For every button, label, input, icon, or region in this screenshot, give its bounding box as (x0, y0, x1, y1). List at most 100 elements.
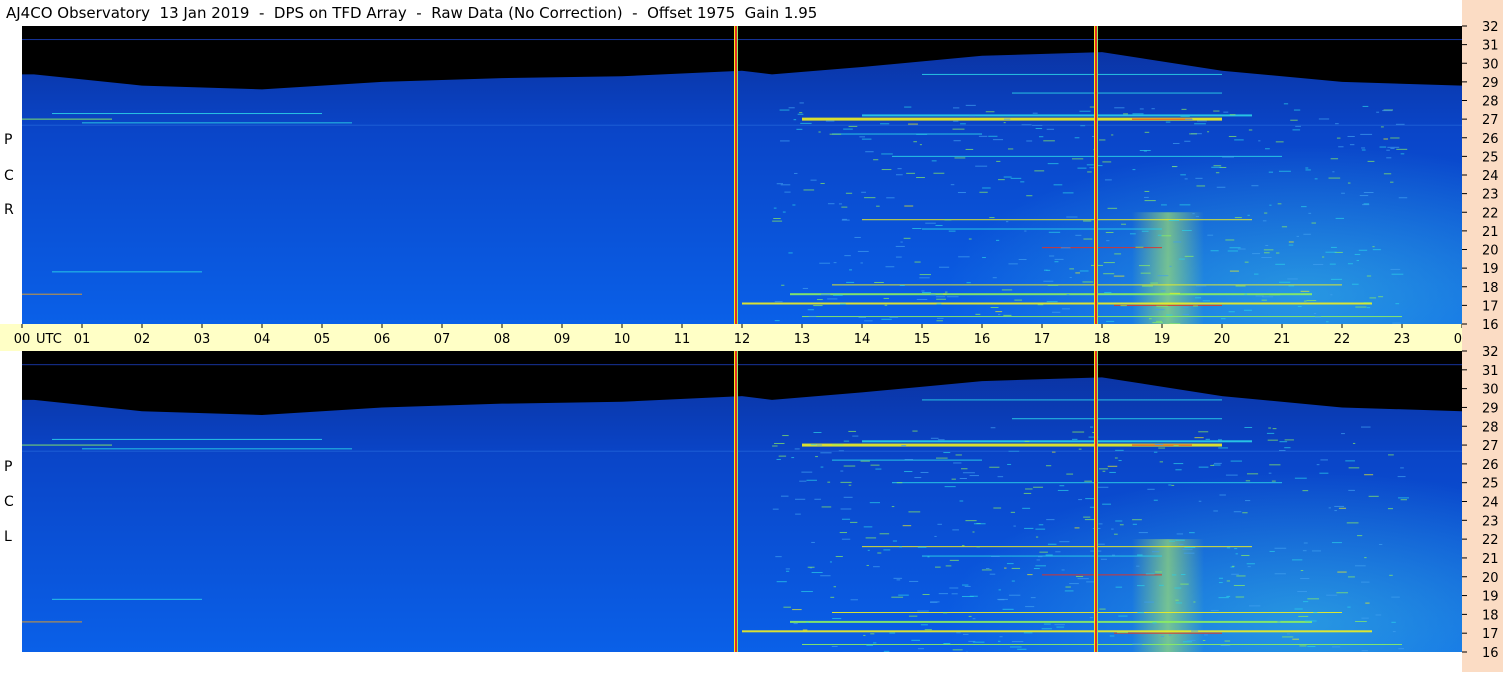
time-tick-label: 22 (1334, 332, 1351, 347)
spectral-speckle (1303, 234, 1310, 235)
spectral-speckle (867, 565, 869, 566)
spectral-speckle (1052, 452, 1056, 453)
spectral-speckle (1031, 597, 1036, 598)
spectral-speckle (1203, 640, 1206, 641)
spectral-speckle (1062, 308, 1070, 309)
spectral-speckle (1263, 220, 1267, 221)
spectral-line (742, 303, 1372, 305)
spectral-speckle (1078, 578, 1089, 579)
spectral-speckle (1180, 116, 1189, 117)
spectral-speckle (935, 567, 941, 568)
spectral-speckle (1142, 231, 1149, 232)
spectral-speckle (962, 545, 964, 546)
spectral-speckle (1304, 301, 1307, 302)
spectral-speckle (1085, 498, 1094, 499)
spectral-speckle (908, 124, 918, 125)
time-tick-label: 16 (974, 332, 991, 347)
time-tick-label: 03 (194, 332, 211, 347)
spectral-speckle (1221, 318, 1226, 319)
spectral-speckle (1169, 220, 1179, 221)
spectral-speckle (944, 219, 951, 220)
spectral-speckle (1169, 541, 1175, 542)
spectral-speckle (1308, 213, 1311, 214)
spectral-speckle (1136, 247, 1144, 248)
spectral-speckle (973, 618, 976, 619)
spectral-speckle (972, 531, 974, 532)
spectral-speckle (839, 203, 842, 204)
spectral-speckle (774, 443, 784, 444)
spectral-speckle (966, 149, 974, 150)
spectral-speckle (1382, 110, 1392, 111)
spectral-speckle (1264, 249, 1274, 250)
spectral-speckle (1214, 463, 1222, 464)
spectral-speckle (970, 475, 979, 476)
spectral-speckle (952, 529, 959, 530)
spectral-speckle (1121, 224, 1126, 225)
spectral-speckle (896, 257, 902, 258)
spectral-speckle (1012, 568, 1020, 569)
spectral-speckle (851, 599, 858, 600)
spectral-speckle (1313, 264, 1323, 265)
lcp-spectrogram-panel (22, 351, 1462, 652)
spectral-speckle (1379, 544, 1382, 545)
spectral-speckle (891, 597, 903, 598)
spectral-speckle (996, 240, 999, 241)
time-tick-label: 01 (74, 332, 91, 347)
spectral-speckle (1196, 185, 1205, 186)
spectral-speckle (1390, 269, 1400, 270)
freq-tick-label: 25 (1482, 150, 1499, 165)
spectral-speckle (970, 596, 978, 597)
spectral-line (922, 74, 1222, 75)
freq-tick-label: 25 (1482, 477, 1499, 492)
spectral-speckle (861, 192, 866, 193)
spectral-speckle (1003, 609, 1014, 610)
spectral-speckle (792, 609, 802, 610)
spectral-speckle (1216, 172, 1219, 173)
spectral-speckle (1275, 264, 1285, 265)
spectral-speckle (1219, 578, 1223, 579)
spectral-speckle (1007, 464, 1011, 465)
freq-tick-label: 32 (1482, 345, 1499, 360)
spectral-speckle (1055, 551, 1060, 552)
spectral-speckle (904, 107, 911, 108)
spectral-speckle (1380, 147, 1387, 148)
spectral-speckle (1089, 167, 1094, 168)
spectral-speckle (1392, 274, 1404, 275)
spectral-line (1012, 418, 1222, 419)
spectral-speckle (1087, 171, 1092, 172)
spectral-speckle (1282, 226, 1287, 227)
spectral-speckle (1211, 167, 1221, 168)
spectral-speckle (846, 282, 854, 283)
spectral-speckle (1269, 294, 1280, 295)
spectral-speckle (1036, 537, 1038, 538)
spectral-speckle (1319, 473, 1328, 474)
spectral-speckle (1185, 178, 1188, 179)
spectral-speckle (914, 262, 920, 263)
spectral-speckle (998, 599, 1004, 600)
spectral-speckle (801, 472, 812, 473)
spectral-speckle (1248, 566, 1251, 567)
spectral-speckle (962, 585, 968, 586)
spectral-speckle (1154, 500, 1158, 501)
spectral-speckle (1067, 294, 1070, 295)
spectral-speckle (1350, 144, 1354, 145)
spectral-speckle (1048, 544, 1057, 545)
utc-time-axis: 00UTC01020304050607080910111213141516171… (0, 324, 1462, 351)
spectral-speckle (1194, 123, 1206, 124)
spectral-speckle (1044, 270, 1048, 271)
spectral-speckle (945, 486, 956, 487)
spectral-speckle (1132, 519, 1142, 520)
spectral-speckle (1348, 490, 1355, 491)
spectral-speckle (1256, 296, 1264, 297)
spectral-speckle (1105, 179, 1112, 180)
spectral-speckle (993, 277, 997, 278)
rcp-spectrogram (22, 26, 1462, 324)
spectral-speckle (938, 439, 945, 440)
spectral-speckle (897, 168, 901, 169)
spectral-speckle (1244, 427, 1252, 428)
spectral-speckle (919, 277, 929, 278)
spectral-speckle (880, 123, 889, 124)
marker-line-red (1095, 351, 1097, 652)
spectral-speckle (1152, 108, 1155, 109)
spectral-speckle (1245, 500, 1250, 501)
